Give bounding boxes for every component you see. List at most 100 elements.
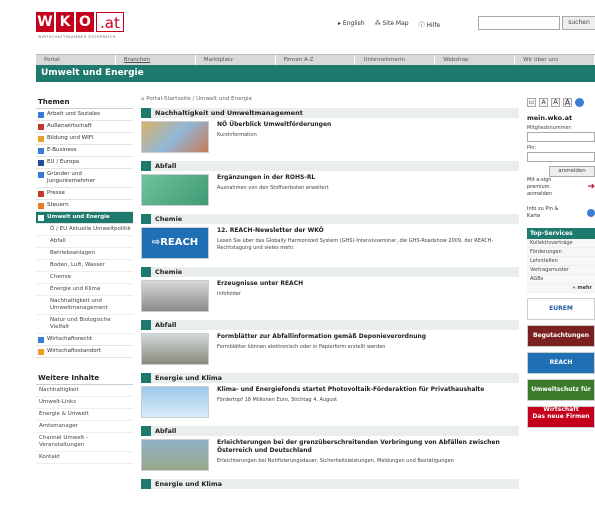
sidebar-item[interactable]: Außenwirtschaft — [36, 121, 133, 133]
band-label: Energie und Klima — [155, 480, 223, 488]
login-button[interactable]: anmelden — [549, 166, 595, 177]
more-content-item[interactable]: Nachhaltigkeit — [36, 385, 133, 397]
sitemap-link[interactable]: ⁂ Site Map — [375, 20, 409, 29]
sidebar-item-label: Wirtschaftsrecht — [47, 336, 93, 342]
promo-banner[interactable]: REACH — [527, 352, 595, 374]
nav-unternehmerin[interactable]: Unternehmerin — [355, 55, 436, 65]
search-button[interactable]: suchen — [562, 16, 595, 30]
nav-wir-ueber-uns[interactable]: Wir über uns — [515, 55, 595, 65]
sidebar-item-umwelt[interactable]: Umwelt und Energie — [36, 212, 133, 224]
more-link[interactable]: » mehr — [527, 284, 595, 293]
sidebar-subitem[interactable]: Ö / EU Aktuelle Umweltpolitik — [36, 224, 133, 236]
news-entry: Formblätter zur Abfallinformation gemäß … — [141, 333, 519, 369]
sidebar-item[interactable]: Gründer und Jungunternehmer — [36, 169, 133, 188]
font-size-large[interactable]: A — [563, 97, 572, 107]
sidebar-item[interactable]: Presse — [36, 188, 133, 200]
search-input[interactable] — [478, 16, 560, 30]
promo-banner[interactable]: Umweltschutz für Wirtschaft — [527, 379, 595, 413]
news-thumbnail[interactable] — [141, 280, 209, 312]
sidebar-item[interactable]: Bildung und WIFI — [36, 133, 133, 145]
top-service-link[interactable]: Lehrstellen — [527, 257, 595, 266]
category-band: Abfall — [141, 426, 519, 436]
font-size-medium[interactable]: A — [551, 97, 560, 107]
more-content-item[interactable]: Umwelt-Links — [36, 397, 133, 409]
info-icon[interactable] — [575, 97, 584, 107]
breadcrumb[interactable]: ⌂ Portal-Startseite / Umwelt und Energie — [141, 96, 519, 102]
sidebar-item[interactable]: EU / Europa — [36, 157, 133, 169]
nav-webshop[interactable]: Webshop — [435, 55, 516, 65]
news-entry: Erleichterungen bei der grenzüberschreit… — [141, 439, 519, 475]
category-band: Energie und Klima — [141, 479, 519, 489]
sidebar-subitem[interactable]: Boden, Luft, Wasser — [36, 260, 133, 272]
category-band: Energie und Klima — [141, 373, 519, 383]
promo-banner[interactable]: Begutachtungen — [527, 325, 595, 347]
sidebar-heading: Themen — [36, 96, 133, 109]
news-title[interactable]: Klima- und Energiefonds startet Photovol… — [217, 386, 484, 394]
top-service-link[interactable]: Förderungen — [527, 248, 595, 257]
sidebar-subitem[interactable]: Nachhaltigkeit und Umweltmanagement — [36, 296, 133, 315]
sidebar-subitem[interactable]: Natur und Biologische Vielfalt — [36, 315, 133, 334]
news-title[interactable]: 12. REACH-Newsletter der WKÖ — [217, 227, 519, 235]
category-band: Chemie — [141, 267, 519, 277]
news-title[interactable]: NÖ Überblick Umweltförderungen — [217, 121, 331, 129]
more-content-item[interactable]: Energie & Umwelt — [36, 409, 133, 421]
logo-letter: O — [76, 12, 94, 32]
top-service-link[interactable]: Vertragsmuster — [527, 266, 595, 275]
promo-banner[interactable]: Das neue Firmen A-Z — [527, 406, 595, 440]
news-thumbnail[interactable] — [141, 439, 209, 471]
main-nav: Portal Branchen Marktplatz Firmen A-Z Un… — [36, 54, 595, 65]
top-service-link[interactable]: Kollektivverträge — [527, 239, 595, 248]
help-link[interactable]: ⓘ Hilfe — [419, 20, 441, 29]
news-text: 12. REACH-Newsletter der WKÖ Lesen Sie üb… — [217, 227, 519, 263]
sidebar-item-label: Presse — [47, 190, 65, 196]
band-label: Nachhaltigkeit und Umweltmanagement — [155, 109, 303, 117]
sidebar-subitem[interactable]: Abfall — [36, 236, 133, 248]
print-icon[interactable]: ▭ — [527, 97, 536, 107]
news-title[interactable]: Ergänzungen in der ROHS-RL — [217, 174, 329, 182]
news-title[interactable]: Formblätter zur Abfallinformation gemäß … — [217, 333, 426, 341]
promo-banner[interactable]: EUREM — [527, 298, 595, 320]
pin-input[interactable] — [527, 152, 595, 162]
more-content-item[interactable]: Channel Umwelt - Veranstaltungen — [36, 433, 133, 452]
arrow-right-icon: ➔ — [587, 182, 595, 192]
news-title[interactable]: Erleichterungen bei der grenzüberschreit… — [217, 439, 519, 455]
category-icon — [38, 349, 44, 355]
news-thumbnail[interactable]: ⇨REACH — [141, 227, 209, 259]
sidebar-item[interactable]: Wirtschaftsrecht — [36, 334, 133, 346]
member-number-input[interactable] — [527, 132, 595, 142]
nav-portal[interactable]: Portal — [36, 55, 116, 65]
category-band: Chemie — [141, 214, 519, 224]
sidebar-item-label: Steuern — [47, 202, 69, 208]
band-icon — [141, 214, 151, 224]
logo-letter: K — [56, 12, 74, 32]
more-content-item[interactable]: Amtsmanager — [36, 421, 133, 433]
news-thumbnail[interactable] — [141, 121, 209, 153]
band-icon — [141, 161, 151, 171]
top-service-link[interactable]: AGBs — [527, 275, 595, 284]
sidebar-item[interactable]: Wirtschaftsstandort — [36, 346, 133, 358]
sidebar-subitem[interactable]: Betriebsanlagen — [36, 248, 133, 260]
font-size-small[interactable]: A — [539, 97, 548, 107]
news-text: Klima- und Energiefonds startet Photovol… — [217, 386, 484, 422]
wko-logo[interactable]: W K O .at — [36, 12, 126, 32]
nav-branchen[interactable]: Branchen — [116, 55, 196, 65]
band-label: Abfall — [155, 427, 177, 435]
sidebar-item[interactable]: E-Business — [36, 145, 133, 157]
sidebar-subitem[interactable]: Chemie — [36, 272, 133, 284]
pin-info-link[interactable]: Info zu Pin & Karte — [527, 206, 595, 220]
category-icon — [38, 136, 44, 142]
sidebar-item[interactable]: Steuern — [36, 200, 133, 212]
a-sign-link[interactable]: Mit a-sign premium anmelden ➔ — [527, 177, 595, 198]
more-content-item[interactable]: Kontakt — [36, 452, 133, 464]
sidebar-subitem[interactable]: Energie und Klima — [36, 284, 133, 296]
news-title[interactable]: Erzeugnisse unter REACH — [217, 280, 303, 288]
nav-firmen[interactable]: Firmen A-Z — [276, 55, 356, 65]
utility-bar: ▭ A A A — [527, 96, 595, 108]
nav-marktplatz[interactable]: Marktplatz — [196, 55, 276, 65]
news-thumbnail[interactable] — [141, 333, 209, 365]
sidebar-item[interactable]: Arbeit und Soziales — [36, 109, 133, 121]
news-description: Fördertopf 18 Millionen Euro, Stichtag 4… — [217, 397, 338, 403]
news-thumbnail[interactable] — [141, 174, 209, 206]
news-thumbnail[interactable] — [141, 386, 209, 418]
english-link[interactable]: ▸ English — [338, 20, 365, 29]
